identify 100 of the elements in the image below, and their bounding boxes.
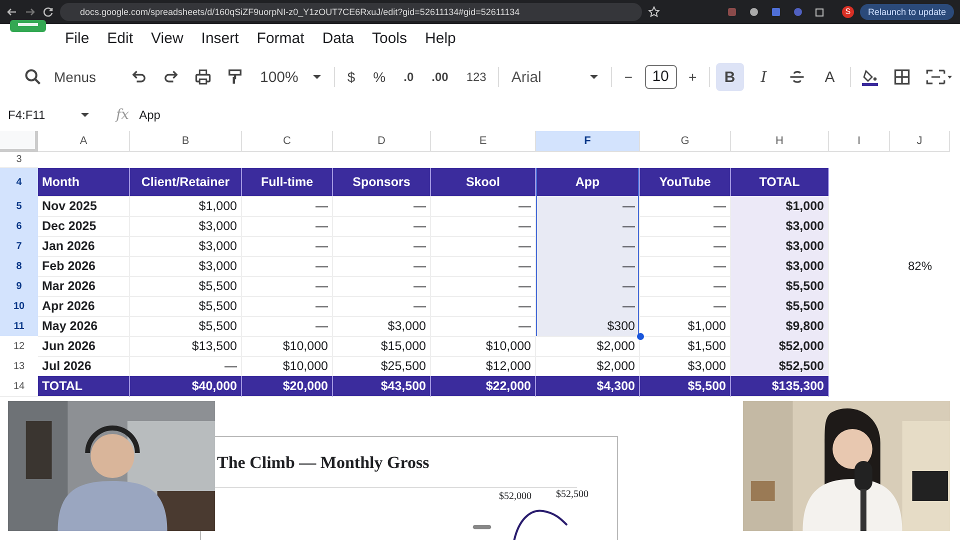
back-icon[interactable] xyxy=(6,6,18,18)
menus-search[interactable]: Menus xyxy=(10,64,120,90)
menu-item[interactable]: Help xyxy=(416,30,465,46)
table-cell: $3,000 xyxy=(130,236,242,257)
row-header[interactable]: 3 xyxy=(0,152,38,168)
row-header[interactable]: 4 xyxy=(0,168,38,197)
profile-avatar[interactable]: S xyxy=(842,6,854,18)
table-cell: — xyxy=(242,276,333,297)
row-header[interactable]: 8 xyxy=(0,256,38,277)
table-cell: Jun 2026 xyxy=(38,336,130,357)
reload-icon[interactable] xyxy=(42,6,54,18)
table-cell: — xyxy=(333,216,431,237)
table-cell: — xyxy=(333,196,431,217)
currency-button[interactable]: $ xyxy=(341,65,362,89)
number-format-button[interactable]: 123 xyxy=(460,66,492,88)
extension-icon[interactable] xyxy=(748,6,760,18)
legend-marker-icon xyxy=(471,525,493,530)
table-cell: — xyxy=(242,256,333,277)
table-cell: $3,000 xyxy=(130,256,242,277)
text-color-button[interactable]: A xyxy=(816,63,844,91)
table-cell: — xyxy=(536,196,640,217)
extension-icon[interactable] xyxy=(770,6,782,18)
table-cell: $3,000 xyxy=(130,216,242,237)
column-header[interactable]: J xyxy=(890,131,950,152)
table-cell: — xyxy=(242,216,333,237)
menu-item[interactable]: Insert xyxy=(192,30,248,46)
column-header[interactable]: B xyxy=(130,131,242,152)
column-header[interactable]: C xyxy=(242,131,333,152)
table-cell: $52,000 xyxy=(731,336,829,357)
table-cell: $3,000 xyxy=(731,216,829,237)
borders-icon[interactable] xyxy=(892,68,911,86)
column-header[interactable]: E xyxy=(431,131,536,152)
row-header[interactable]: 6 xyxy=(0,216,38,237)
paint-format-icon[interactable] xyxy=(226,68,244,86)
table-cell: $43,500 xyxy=(333,376,431,397)
font-size-field[interactable]: 10 xyxy=(644,65,677,89)
fx-label: fx xyxy=(116,107,130,123)
sheets-logo-icon xyxy=(10,20,46,34)
row-header[interactable]: 9 xyxy=(0,276,38,297)
table-cell: $5,500 xyxy=(130,316,242,337)
fill-color-icon[interactable] xyxy=(860,68,879,86)
increase-size-button[interactable]: + xyxy=(682,65,703,89)
row-header[interactable]: 5 xyxy=(0,196,38,217)
row-header[interactable]: 14 xyxy=(0,376,38,397)
name-box[interactable]: F4:F11 xyxy=(0,108,102,122)
table-cell: $52,500 xyxy=(731,356,829,377)
decrease-size-button[interactable]: − xyxy=(618,65,639,89)
column-header[interactable]: F xyxy=(536,131,640,152)
row-header[interactable]: 10 xyxy=(0,296,38,317)
star-icon[interactable] xyxy=(648,6,660,18)
menu-item[interactable]: Format xyxy=(248,30,314,46)
puzzle-icon[interactable] xyxy=(814,6,826,18)
caret-icon xyxy=(80,112,90,118)
update-button[interactable]: Relaunch to update xyxy=(860,4,954,20)
table-cell: $5,500 xyxy=(130,296,242,317)
menu-item[interactable]: Tools xyxy=(363,30,416,46)
table-cell: $300 xyxy=(536,316,640,337)
forward-icon[interactable] xyxy=(24,6,36,18)
table-cell-text: 82% xyxy=(906,258,934,275)
table-cell: $1,000 xyxy=(130,196,242,217)
column-header[interactable]: I xyxy=(829,131,890,152)
menu-item[interactable]: Edit xyxy=(98,30,142,46)
table-cell: Client/Retainer xyxy=(130,168,242,197)
table-cell: $5,500 xyxy=(130,276,242,297)
table-cell: TOTAL xyxy=(38,376,130,397)
italic-button[interactable]: I xyxy=(750,63,778,91)
bold-button[interactable]: B xyxy=(716,63,744,91)
strikethrough-icon[interactable] xyxy=(788,68,806,86)
print-icon[interactable] xyxy=(194,68,212,86)
address-bar[interactable]: docs.google.com/spreadsheets/d/160qSiZF9uorpNI-z0_Y1zOUT7CE6RxuJ/edit?gid=52611134#gid=52611134 xyxy=(60,3,642,21)
search-label: Menus xyxy=(54,69,96,85)
table-cell: — xyxy=(242,236,333,257)
table-cell: $135,300 xyxy=(731,376,829,397)
fill-handle[interactable] xyxy=(637,333,644,340)
row-header[interactable]: 11 xyxy=(0,316,38,337)
table-cell: $40,000 xyxy=(130,376,242,397)
menu-item[interactable]: File xyxy=(56,30,98,46)
table-cell: — xyxy=(242,196,333,217)
table-cell: YouTube xyxy=(640,168,731,197)
decrease-decimals-button[interactable]: .0 xyxy=(398,66,420,88)
percent-button[interactable]: % xyxy=(367,65,392,89)
table-cell: $4,300 xyxy=(536,376,640,397)
increase-decimals-button[interactable]: .00 xyxy=(426,66,454,88)
column-header[interactable]: G xyxy=(640,131,731,152)
formula-field[interactable]: App xyxy=(139,108,160,122)
font-dropdown[interactable]: Arial xyxy=(505,64,606,90)
column-header[interactable]: H xyxy=(731,131,829,152)
zoom-dropdown[interactable]: 100% xyxy=(254,64,328,90)
table-cell: $10,000 xyxy=(242,336,333,357)
row-header[interactable]: 7 xyxy=(0,236,38,257)
table-cell: $3,000 xyxy=(731,236,829,257)
column-header[interactable]: A xyxy=(38,131,130,152)
column-header[interactable]: D xyxy=(333,131,431,152)
table-cell: — xyxy=(536,276,640,297)
extension-icon[interactable] xyxy=(792,6,804,18)
menu-item[interactable]: Data xyxy=(313,30,363,46)
table-cell: $3,000 xyxy=(333,316,431,337)
data-label: $52,500 xyxy=(556,489,588,500)
menu-item[interactable]: View xyxy=(142,30,192,46)
merge-cells-icon[interactable] xyxy=(924,68,953,86)
